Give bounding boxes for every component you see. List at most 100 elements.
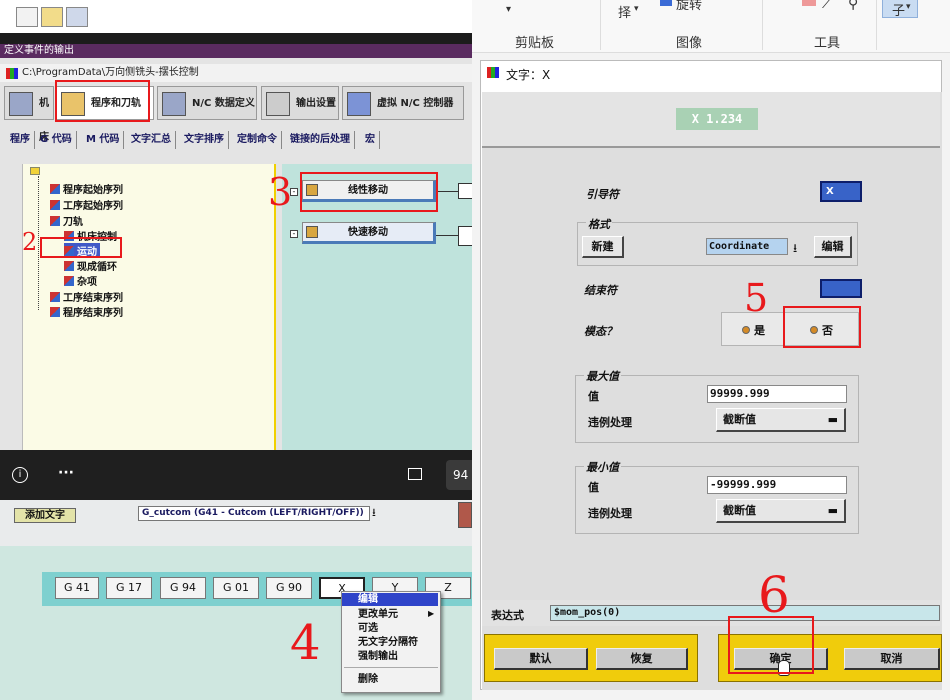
annotation-number: 5 xyxy=(744,276,769,320)
annotation-number: 3 xyxy=(268,170,293,214)
trailer-field[interactable] xyxy=(820,279,862,298)
modal-label: 模态？ xyxy=(584,325,617,338)
new-file-icon[interactable] xyxy=(16,7,38,27)
min-value-label: 值 xyxy=(588,481,599,494)
sequence-icon xyxy=(50,184,60,194)
tab-output-settings[interactable]: 输出设置 xyxy=(261,86,339,120)
collapse-icon[interactable]: - xyxy=(290,230,298,238)
save-icon[interactable] xyxy=(66,7,88,27)
rapid-move-button[interactable]: 快速移动 xyxy=(302,222,436,244)
chevron-down-icon: ▾ xyxy=(906,2,911,12)
subtab-g-code[interactable]: G 代码 xyxy=(36,131,77,149)
open-folder-icon[interactable] xyxy=(41,7,63,27)
tab-label: 虚拟 N/C 控制器 xyxy=(377,98,454,109)
trailer-label: 结束符 xyxy=(584,284,617,297)
fullscreen-icon[interactable] xyxy=(408,468,422,480)
menu-item-no-separator[interactable]: 无文字分隔符 xyxy=(342,636,438,649)
min-value-input[interactable]: -99999.999 xyxy=(707,476,847,494)
group-divider xyxy=(600,0,601,50)
printer-icon xyxy=(266,92,290,116)
tree-item[interactable]: 现成循环 xyxy=(64,258,117,273)
word-g94[interactable]: G 94 xyxy=(160,577,206,599)
tab-nc-data[interactable]: N/C 数据定义 xyxy=(157,86,257,120)
group-divider xyxy=(762,0,763,50)
dropdown-arrow-icon[interactable]: ▾ xyxy=(506,4,511,15)
add-text-button[interactable]: 添加文字 xyxy=(14,508,76,523)
subtab-linked-post[interactable]: 链接的后处理 xyxy=(286,131,355,149)
leader-label: 引导符 xyxy=(586,188,619,201)
subtab-word-summary[interactable]: 文字汇总 xyxy=(127,131,176,149)
trash-icon[interactable] xyxy=(458,502,472,528)
sequence-icon xyxy=(50,292,60,302)
leader-field[interactable]: X xyxy=(820,181,862,202)
word-g41[interactable]: G 41 xyxy=(55,577,99,599)
group-divider xyxy=(876,0,877,50)
left-pane: 定义事件的输出 C:\ProgramData\万向侧铣头-摆长控制 机床 程序和… xyxy=(0,0,472,700)
min-violation-select[interactable]: 截断值 ▬ xyxy=(716,499,846,523)
define-event-title: 定义事件的输出 xyxy=(0,44,472,58)
word-g90[interactable]: G 90 xyxy=(266,577,312,599)
default-button[interactable]: 默认 xyxy=(494,648,588,670)
next-block[interactable] xyxy=(458,226,472,246)
min-violation-label: 违例处理 xyxy=(588,507,632,520)
restore-button[interactable]: 恢复 xyxy=(596,648,688,670)
chevron-down-icon[interactable]: ▾ xyxy=(634,4,639,14)
sequence-icon xyxy=(64,276,74,286)
rotate-label[interactable]: 旋转 xyxy=(676,0,702,13)
format-select[interactable]: Coordinate xyxy=(706,238,788,255)
zoom-level[interactable]: 94 xyxy=(446,460,472,490)
tree-item[interactable]: 刀轨 xyxy=(50,213,83,228)
next-block[interactable] xyxy=(458,183,472,199)
word-g17[interactable]: G 17 xyxy=(106,577,152,599)
tree-item[interactable]: 程序起始序列 xyxy=(50,181,123,196)
option-bar-icon: ▬ xyxy=(827,413,838,426)
tab-label: N/C 数据定义 xyxy=(192,98,255,109)
tab-machine[interactable]: 机床 xyxy=(4,86,54,143)
more-icon[interactable]: ··· xyxy=(58,465,74,481)
eraser-icon[interactable] xyxy=(802,0,816,6)
subtab-m-code[interactable]: M 代码 xyxy=(82,131,125,149)
word-g01[interactable]: G 01 xyxy=(213,577,259,599)
tab-virtual-nc[interactable]: 虚拟 N/C 控制器 xyxy=(342,86,464,120)
modal-yes-radio[interactable]: 是 xyxy=(742,322,765,338)
menu-item-optional[interactable]: 可选 xyxy=(342,622,438,635)
radio-icon xyxy=(742,326,750,334)
info-icon[interactable]: i xyxy=(12,467,28,483)
gcode-select[interactable]: G_cutcom (G41 - Cutcom (LEFT/RIGHT/OFF)) xyxy=(138,506,370,521)
dropdown-arrow-icon[interactable]: ⭳ xyxy=(372,506,386,521)
subtab-program[interactable]: 程序 xyxy=(6,131,35,149)
annotation-number: 2 xyxy=(22,228,38,256)
subtab-word-sequence[interactable]: 文字排序 xyxy=(180,131,229,149)
tree-item[interactable]: 工序结束序列 xyxy=(50,289,123,304)
annotation-box xyxy=(728,616,814,674)
expression-label: 表达式 xyxy=(491,609,524,622)
pencil-icon[interactable]: ⟋ xyxy=(822,0,832,12)
select-label[interactable]: 择 xyxy=(618,2,631,21)
connector-line xyxy=(436,191,458,192)
option-bar-icon: ▬ xyxy=(827,504,838,517)
new-format-button[interactable]: 新建 xyxy=(582,236,624,258)
subtab-custom-command[interactable]: 定制命令 xyxy=(233,131,282,149)
tree-item[interactable]: 杂项 xyxy=(64,273,97,288)
sequence-icon xyxy=(64,261,74,271)
tree-item[interactable]: 工序起始序列 xyxy=(50,197,123,212)
annotation-box xyxy=(55,80,150,122)
annotation-box xyxy=(783,306,861,348)
tree-item[interactable]: 程序结束序列 xyxy=(50,304,123,319)
menu-item-delete[interactable]: 删除 xyxy=(342,673,438,686)
menu-item-change-element[interactable]: 更改单元 xyxy=(342,608,438,621)
annotation-number: 6 xyxy=(758,566,790,624)
cancel-button[interactable]: 取消 xyxy=(844,648,940,670)
menu-item-force-output[interactable]: 强制输出 xyxy=(342,650,438,663)
subtab-macro[interactable]: 宏 xyxy=(361,131,380,149)
magnifier-icon[interactable]: ⚲ xyxy=(848,0,858,12)
edit-format-button[interactable]: 编辑 xyxy=(814,236,852,258)
max-violation-select[interactable]: 截断值 ▬ xyxy=(716,408,846,432)
dropdown-arrow-icon[interactable]: ⭳ xyxy=(793,239,797,260)
max-value-input[interactable]: 99999.999 xyxy=(707,385,847,403)
sequence-icon xyxy=(50,200,60,210)
app-logo-icon xyxy=(487,67,499,78)
submenu-arrow-icon: ▶ xyxy=(428,609,435,618)
machine-icon xyxy=(9,92,33,116)
menu-item-edit[interactable]: 编辑 xyxy=(342,593,438,606)
